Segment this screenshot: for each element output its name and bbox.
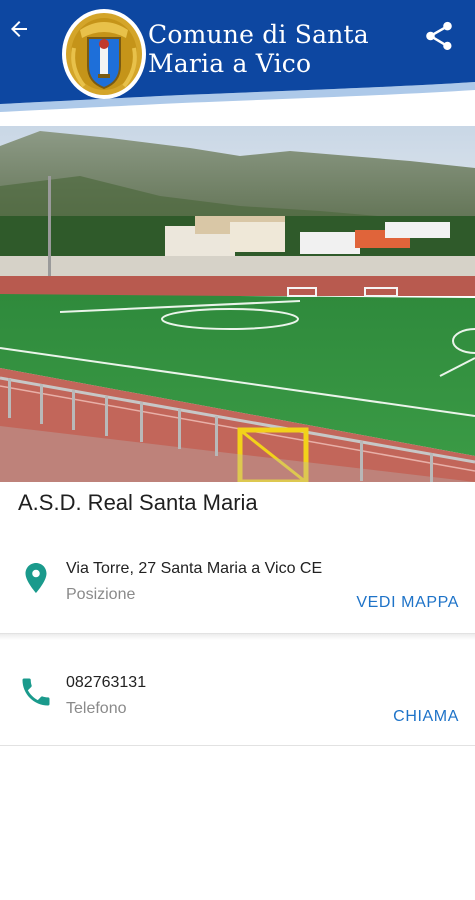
app-title-line-1: Comune di Santa [148, 20, 369, 49]
call-button[interactable]: CHIAMA [393, 708, 459, 726]
address-label: Posizione [66, 586, 136, 603]
app-title-line-2: Maria a Vico [148, 49, 312, 78]
share-icon [426, 21, 452, 51]
venue-photo [0, 126, 475, 482]
place-name: A.S.D. Real Santa Maria [18, 490, 258, 515]
municipal-crest [60, 8, 148, 100]
section-divider [0, 634, 475, 640]
arrow-back-icon [11, 21, 27, 37]
app-header: Comune di Santa Maria a Vico [0, 0, 475, 126]
phone-icon [22, 678, 50, 706]
address-text: Via Torre, 27 Santa Maria a Vico CE [66, 560, 323, 577]
app-title: Comune di Santa Maria a Vico [148, 20, 369, 78]
phone-number: 082763131 [66, 674, 147, 691]
phone-row: 082763131 Telefono CHIAMA [0, 654, 475, 746]
view-map-button[interactable]: VEDI MAPPA [356, 594, 459, 612]
address-row: Via Torre, 27 Santa Maria a Vico CE Posi… [0, 540, 475, 634]
phone-label: Telefono [66, 700, 127, 717]
back-button[interactable] [4, 14, 34, 44]
share-button[interactable] [419, 16, 459, 56]
location-pin-icon [25, 563, 47, 593]
